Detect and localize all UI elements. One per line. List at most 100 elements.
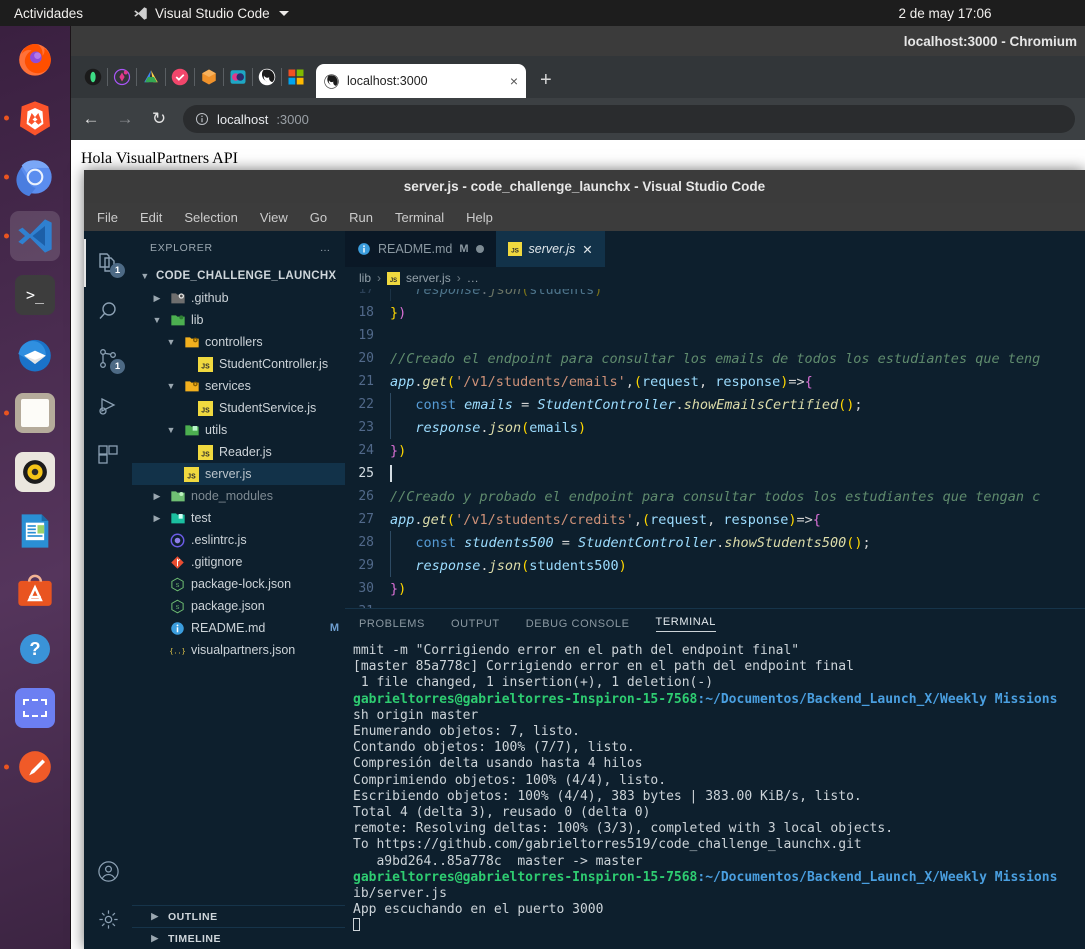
- svg-text:JS: JS: [511, 248, 520, 255]
- section-outline[interactable]: ▶ OUTLINE: [132, 905, 345, 927]
- ubuntu-software-icon: [15, 570, 55, 610]
- editor-tab-readme[interactable]: README.md M: [345, 231, 496, 267]
- bookmark-icon-7[interactable]: [253, 56, 281, 98]
- terminal-output[interactable]: mmit -m "Corrigiendo error en el path de…: [345, 639, 1085, 949]
- terminal-line: remote: Resolving deltas: 100% (3/3), co…: [353, 821, 1085, 837]
- dock-item-chromium[interactable]: [10, 152, 60, 202]
- terminal-line: [master 85a778c] Corrigiendo error en el…: [353, 659, 1085, 675]
- tree-item-services[interactable]: ▼services: [132, 375, 345, 397]
- tree-item-utils[interactable]: ▼utils: [132, 419, 345, 441]
- reload-button[interactable]: ↻: [149, 109, 169, 129]
- tree-item-studentcontroller-js[interactable]: JSStudentController.js: [132, 353, 345, 375]
- info-icon: [169, 620, 186, 637]
- dock-item-gimp[interactable]: [10, 742, 60, 792]
- menu-help[interactable]: Help: [463, 208, 496, 227]
- breadcrumb-item-lib[interactable]: lib: [359, 271, 371, 285]
- menu-selection[interactable]: Selection: [181, 208, 240, 227]
- new-tab-button[interactable]: +: [540, 69, 552, 92]
- forward-button[interactable]: →: [115, 109, 135, 129]
- menu-go[interactable]: Go: [307, 208, 330, 227]
- activity-bar-item-settings[interactable]: [84, 895, 132, 943]
- panel-tab-terminal[interactable]: TERMINAL: [656, 616, 716, 632]
- address-bar[interactable]: localhost:3000: [183, 105, 1075, 133]
- activity-bar-item-search[interactable]: [84, 287, 132, 335]
- activity-bar-item-explorer[interactable]: 1: [84, 239, 132, 287]
- explorer-badge: 1: [110, 263, 125, 278]
- back-button[interactable]: ←: [81, 109, 101, 129]
- vscode-window-title: server.js - code_challenge_launchx - Vis…: [404, 179, 765, 194]
- menu-file[interactable]: File: [94, 208, 121, 227]
- dock-item-rhythmbox[interactable]: [10, 447, 60, 497]
- activity-bar: 1 1: [84, 231, 132, 949]
- close-icon[interactable]: ✕: [582, 242, 592, 257]
- tree-item-eslintrc-js[interactable]: .eslintrc.js: [132, 529, 345, 551]
- menu-view[interactable]: View: [257, 208, 291, 227]
- gnome-top-bar: Actividades Visual Studio Code 2 de may …: [0, 0, 1085, 26]
- activity-bar-item-accounts[interactable]: [84, 847, 132, 895]
- dock-item-ubuntu-software[interactable]: [10, 565, 60, 615]
- tree-item-studentservice-js[interactable]: JSStudentService.js: [132, 397, 345, 419]
- menu-terminal[interactable]: Terminal: [392, 208, 447, 227]
- bookmark-icon-3[interactable]: [137, 56, 165, 98]
- bookmark-icon-4[interactable]: [166, 56, 194, 98]
- dock-item-help[interactable]: ?: [10, 624, 60, 674]
- more-actions-icon[interactable]: …: [320, 242, 331, 254]
- activity-bar-item-extensions[interactable]: [84, 431, 132, 479]
- tree-item-github[interactable]: ▶.github: [132, 287, 345, 309]
- bookmark-icon-8[interactable]: [282, 56, 310, 98]
- tree-item-controllers[interactable]: ▼controllers: [132, 331, 345, 353]
- bookmark-icon-5[interactable]: [195, 56, 223, 98]
- tree-item-package-json[interactable]: Spackage.json: [132, 595, 345, 617]
- dock-item-files[interactable]: [10, 388, 60, 438]
- tree-item-package-lock-json[interactable]: Spackage-lock.json: [132, 573, 345, 595]
- search-icon: [96, 299, 120, 323]
- chevron-down-icon: ▼: [164, 381, 178, 391]
- breadcrumb-item-more[interactable]: …: [467, 271, 479, 285]
- tree-item-server-js[interactable]: JSserver.js: [132, 463, 345, 485]
- git-icon: [169, 554, 186, 571]
- bookmark-icon-1[interactable]: [79, 56, 107, 98]
- tree-item-node-modules[interactable]: ▶node_modules: [132, 485, 345, 507]
- app-menu-button[interactable]: Visual Studio Code: [133, 6, 289, 21]
- dock-item-brave[interactable]: [10, 93, 60, 143]
- bookmark-icon-2[interactable]: [108, 56, 136, 98]
- dock-item-screenshot[interactable]: [10, 683, 60, 733]
- tree-item-lib[interactable]: ▼lib: [132, 309, 345, 331]
- dock-item-libreoffice-writer[interactable]: [10, 506, 60, 556]
- explorer-sidebar: EXPLORER … ▼ CODE_CHALLENGE_LAUNCHX ▶.gi…: [132, 231, 345, 949]
- breadcrumb-item-file[interactable]: server.js: [406, 271, 451, 285]
- editor-tab-server-js[interactable]: JS server.js ✕: [496, 231, 605, 267]
- tree-item-test[interactable]: ▶test: [132, 507, 345, 529]
- activity-bar-item-source-control[interactable]: 1: [84, 335, 132, 383]
- menu-edit[interactable]: Edit: [137, 208, 165, 227]
- chevron-right-icon: ▶: [150, 491, 164, 502]
- line-number: 29: [345, 558, 390, 573]
- svg-text:JS: JS: [390, 277, 397, 283]
- dock-item-visual-studio-code[interactable]: [10, 211, 60, 261]
- panel-tab-output[interactable]: OUTPUT: [451, 618, 500, 630]
- explorer-title: EXPLORER: [150, 242, 213, 254]
- explorer-root-folder[interactable]: ▼ CODE_CHALLENGE_LAUNCHX: [132, 265, 345, 287]
- line-number: 17: [345, 289, 390, 297]
- tree-item-readme-md[interactable]: README.mdM: [132, 617, 345, 639]
- tree-item-gitignore[interactable]: .gitignore: [132, 551, 345, 573]
- code-editor[interactable]: 17 response.json(students) 18 }) 19 20 /…: [345, 289, 1085, 608]
- tree-item-reader-js[interactable]: JSReader.js: [132, 441, 345, 463]
- close-icon[interactable]: ×: [510, 73, 518, 89]
- dock-item-thunderbird[interactable]: [10, 329, 60, 379]
- tree-item-visualpartners-json[interactable]: {..}visualpartners.json: [132, 639, 345, 661]
- panel-tab-problems[interactable]: PROBLEMS: [359, 618, 425, 630]
- activity-bar-item-run-and-debug[interactable]: [84, 383, 132, 431]
- line-number: 26: [345, 489, 390, 504]
- dock-item-firefox[interactable]: [10, 34, 60, 84]
- section-timeline[interactable]: ▶ TIMELINE: [132, 927, 345, 949]
- activities-button[interactable]: Actividades: [14, 6, 83, 21]
- menu-run[interactable]: Run: [346, 208, 376, 227]
- bookmark-icon-6[interactable]: [224, 56, 252, 98]
- panel-tab-debug-console[interactable]: DEBUG CONSOLE: [526, 618, 630, 630]
- browser-tab[interactable]: localhost:3000 ×: [316, 64, 526, 98]
- browser-tab-title: localhost:3000: [347, 74, 502, 88]
- code-line: 17 response.json(students): [345, 289, 1085, 301]
- source-control-badge: 1: [110, 359, 125, 374]
- dock-item-terminal[interactable]: >_: [10, 270, 60, 320]
